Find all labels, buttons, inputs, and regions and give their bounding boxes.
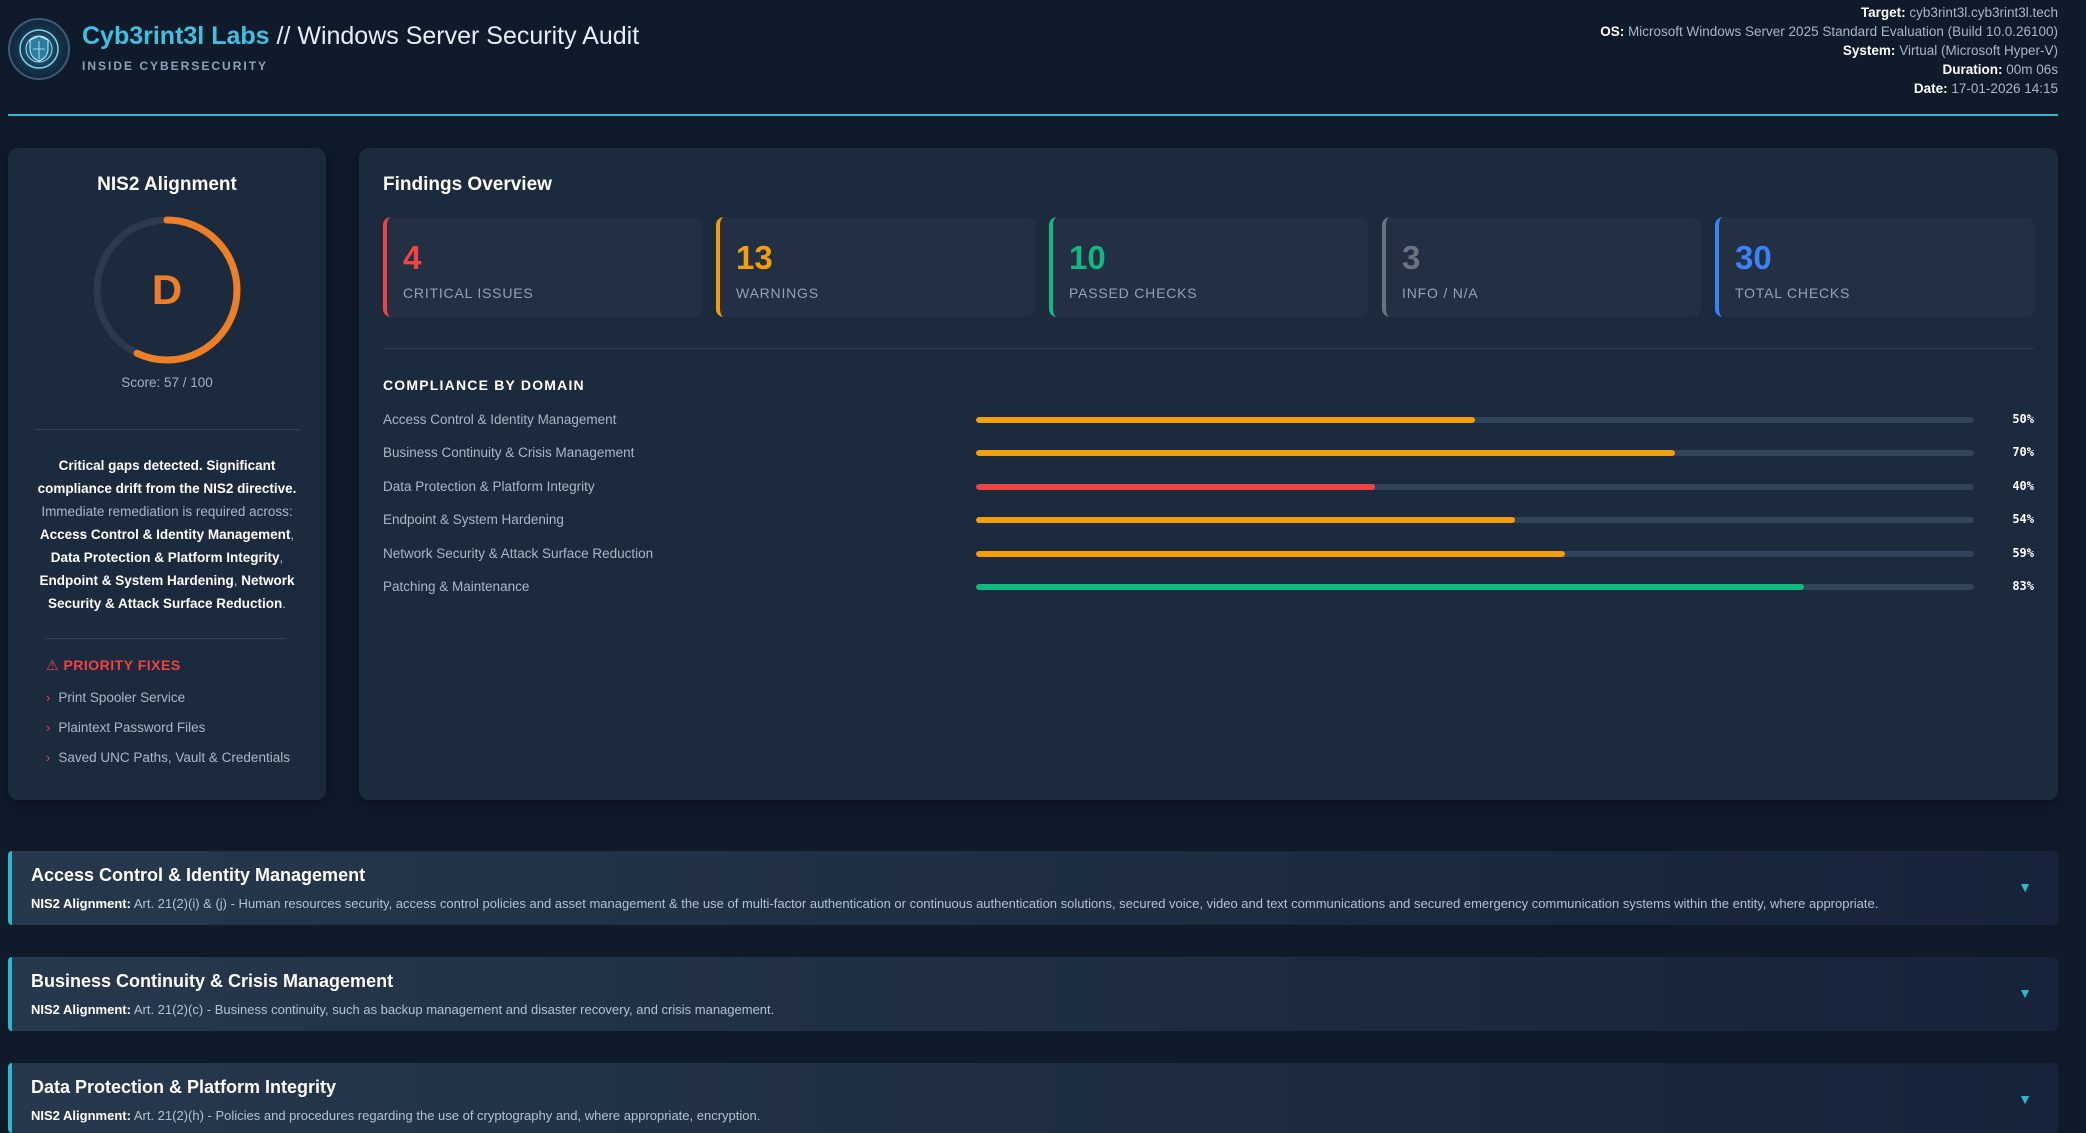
- stat-label: TOTAL CHECKS: [1735, 285, 1851, 301]
- stat-tile: 4 CRITICAL ISSUES: [383, 217, 702, 317]
- section-nis2-mapping: NIS2 Alignment: Art. 21(2)(i) & (j) - Hu…: [31, 896, 1879, 911]
- stat-label: WARNINGS: [736, 285, 819, 301]
- domain-progress-fill: [976, 517, 1515, 524]
- section-title: Access Control & Identity Management: [31, 865, 366, 885]
- meta-os: OS: Microsoft Windows Server 2025 Standa…: [1600, 24, 2058, 39]
- chevron-right-icon: ›: [46, 749, 51, 765]
- meta-duration: Duration: 00m 06s: [1942, 62, 2058, 77]
- stat-value: 3: [1402, 239, 1421, 276]
- domain-progress-fill: [976, 550, 1565, 557]
- findings-overview-card: Findings Overview 4 CRITICAL ISSUES 13 WARN…: [359, 148, 2058, 800]
- expand-toggle-icon[interactable]: ▼: [2018, 1091, 2032, 1107]
- priority-fix-item: › Print Spooler Service: [46, 689, 186, 705]
- section-title: Business Continuity & Crisis Management: [31, 971, 394, 991]
- priority-fixes-title: ⚠ PRIORITY FIXES: [46, 657, 181, 673]
- domain-progress-fill: [976, 450, 1675, 457]
- stat-label: CRITICAL ISSUES: [403, 285, 534, 301]
- stat-label: INFO / N/A: [1402, 285, 1479, 301]
- section-title: Data Protection & Platform Integrity: [31, 1077, 337, 1097]
- divider: [383, 348, 2034, 349]
- domain-label: Network Security & Attack Surface Reduct…: [383, 545, 654, 561]
- stat-label: PASSED CHECKS: [1069, 285, 1198, 301]
- stat-value: 13: [736, 239, 773, 276]
- nis2-alignment-card: NIS2 Alignment D Score: 57 / 100 Critica…: [8, 148, 326, 800]
- brand-tagline: INSIDE CYBERSECURITY: [82, 59, 269, 73]
- grade-letter: D: [151, 266, 183, 313]
- domain-label: Endpoint & System Hardening: [383, 512, 564, 528]
- summary-lead: Critical gaps detected. Significant comp…: [37, 458, 297, 496]
- score-text: Score: 57 / 100: [121, 375, 213, 390]
- report-header: Cyb3rint3l Labs // Windows Server Securi…: [8, 0, 2058, 116]
- domain-percent: 40%: [2012, 478, 2034, 493]
- stat-tile: 13 WARNINGS: [716, 217, 1035, 317]
- domain-row: Access Control & Identity Management 50%: [383, 407, 2034, 440]
- domain-label: Patching & Maintenance: [383, 578, 530, 594]
- warning-icon: ⚠: [46, 657, 64, 673]
- chevron-right-icon: ›: [46, 689, 51, 705]
- domain-progress-fill: [976, 583, 1805, 590]
- domain-progress-track: [976, 583, 1974, 590]
- expand-toggle-icon[interactable]: ▼: [2018, 985, 2032, 1001]
- section-data-protection[interactable]: Data Protection & Platform Integrity NIS…: [8, 1063, 2058, 1133]
- stat-tile: 10 PASSED CHECKS: [1049, 217, 1368, 317]
- scan-metadata: Target: cyb3rint3l.cyb3rint3l.tech OS: M…: [1600, 3, 2058, 98]
- domain-compliance-list: Access Control & Identity Management 50% B…: [383, 407, 2034, 607]
- stat-tile: 30 TOTAL CHECKS: [1715, 217, 2034, 317]
- domain-progress-fill: [976, 483, 1376, 490]
- meta-system: System: Virtual (Microsoft Hyper-V): [1842, 43, 2058, 58]
- domain-label: Access Control & Identity Management: [383, 412, 617, 427]
- report-title: Cyb3rint3l Labs // Windows Server Securi…: [82, 22, 639, 51]
- domain-progress-track: [976, 450, 1974, 457]
- domain-label: Business Continuity & Crisis Management: [383, 445, 635, 461]
- findings-title: Findings Overview: [383, 174, 552, 195]
- priority-fix-item: › Plaintext Password Files: [46, 719, 206, 735]
- report-title-suffix: // Windows Server Security Audit: [269, 22, 640, 50]
- brand-name: Cyb3rint3l Labs: [82, 22, 270, 50]
- section-business-continuity[interactable]: Business Continuity & Crisis Management …: [8, 957, 2058, 1031]
- domain-progress-track: [976, 483, 1974, 490]
- domain-row: Endpoint & System Hardening 54%: [383, 507, 2034, 540]
- expand-toggle-icon[interactable]: ▼: [2018, 879, 2032, 895]
- domain-percent: 70%: [2012, 445, 2034, 460]
- domain-progress-track: [976, 417, 1974, 423]
- section-access-control[interactable]: Access Control & Identity Management NIS…: [8, 851, 2058, 925]
- nis2-summary: Critical gaps detected. Significant comp…: [37, 458, 297, 611]
- domain-percent: 50%: [2012, 412, 2034, 426]
- divider: [46, 638, 286, 639]
- domain-row: Data Protection & Platform Integrity 40%: [383, 474, 2034, 507]
- brand-block: Cyb3rint3l Labs // Windows Server Securi…: [82, 22, 639, 73]
- summary-domain: Endpoint & System Hardening: [39, 573, 234, 588]
- section-nis2-mapping: NIS2 Alignment: Art. 21(2)(c) - Business…: [31, 1002, 775, 1017]
- summary-domain: Data Protection & Platform Integrity: [50, 550, 280, 565]
- stat-tiles: 4 CRITICAL ISSUES 13 WARNINGS 10 PASSED CHECK…: [383, 217, 2034, 317]
- stat-tile: 3 INFO / N/A: [1382, 217, 1701, 317]
- priority-fix-item: › Saved UNC Paths, Vault & Credentials: [46, 749, 290, 765]
- domain-row: Business Continuity & Crisis Management 7…: [383, 440, 2034, 473]
- meta-date: Date: 17-01-2026 14:15: [1913, 81, 2058, 96]
- summary-mid: Immediate remediation is required across…: [41, 504, 293, 519]
- summary-domain: Access Control & Identity Management: [39, 527, 291, 542]
- section-nis2-mapping: NIS2 Alignment: Art. 21(2)(h) - Policies…: [31, 1108, 761, 1123]
- nis2-title: NIS2 Alignment: [97, 174, 237, 195]
- domain-row: Patching & Maintenance 83%: [383, 574, 2034, 607]
- priority-fixes-list: › Print Spooler Service › Plaintext Passwo…: [46, 682, 290, 772]
- stat-value: 10: [1069, 239, 1106, 276]
- domain-percent: 59%: [2012, 545, 2034, 560]
- meta-target: Target: cyb3rint3l.cyb3rint3l.tech: [1860, 5, 2058, 20]
- domain-progress-track: [976, 517, 1974, 524]
- domain-row: Network Security & Attack Surface Reduct…: [383, 541, 2034, 574]
- chevron-right-icon: ›: [46, 719, 51, 735]
- brand-logo: [8, 18, 70, 80]
- stat-value: 30: [1735, 239, 1772, 276]
- domain-progress-track: [976, 550, 1974, 557]
- compliance-by-domain-title: COMPLIANCE BY DOMAIN: [383, 377, 585, 393]
- domain-percent: 83%: [2012, 578, 2034, 593]
- domain-percent: 54%: [2012, 512, 2034, 527]
- divider: [34, 429, 300, 430]
- stat-value: 4: [403, 239, 422, 276]
- domain-progress-fill: [976, 417, 1475, 423]
- domain-label: Data Protection & Platform Integrity: [383, 478, 595, 494]
- shield-globe-icon: [19, 29, 59, 69]
